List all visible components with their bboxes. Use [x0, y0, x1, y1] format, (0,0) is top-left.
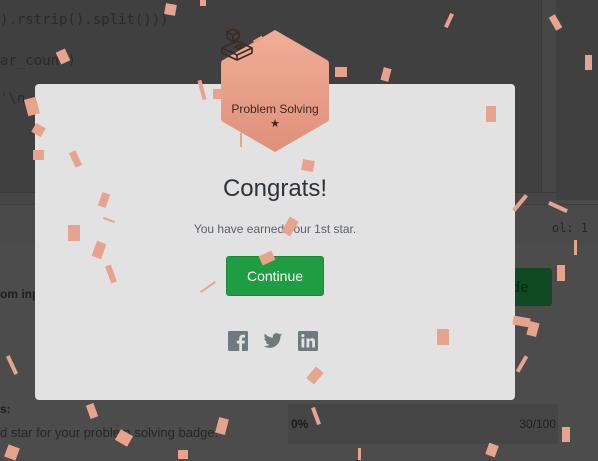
linkedin-icon[interactable]: [298, 331, 318, 351]
continue-button[interactable]: Continue: [226, 256, 324, 296]
custom-input-label: om inp: [0, 287, 40, 301]
puzzle-blocks-icon: [221, 28, 253, 61]
progress-percent: 0%: [291, 417, 309, 431]
problem-solving-badge: Problem Solving ★: [219, 28, 331, 154]
badge-star-icon: ★: [270, 118, 280, 130]
code-line: ar_coun ): [0, 53, 76, 69]
progress-score: 30/100: [519, 417, 556, 431]
code-line: ).rstrip().split())): [0, 12, 169, 28]
cursor-position: ol: 1: [551, 221, 588, 235]
badge-hint-text: d star for your problem solving badge.: [0, 425, 219, 440]
twitter-icon[interactable]: [263, 331, 283, 351]
modal-message: You have earned your 1st star.: [193, 222, 357, 236]
facebook-icon[interactable]: [228, 331, 248, 351]
badge-label: Problem Solving: [231, 102, 319, 116]
progress-panel: 0% 30/100: [288, 404, 558, 444]
code-line: '\n: [0, 91, 26, 107]
modal-title: Congrats!: [222, 175, 328, 202]
section-label: s:: [0, 402, 11, 416]
editor-vertical-scrollbar[interactable]: [541, 0, 556, 200]
